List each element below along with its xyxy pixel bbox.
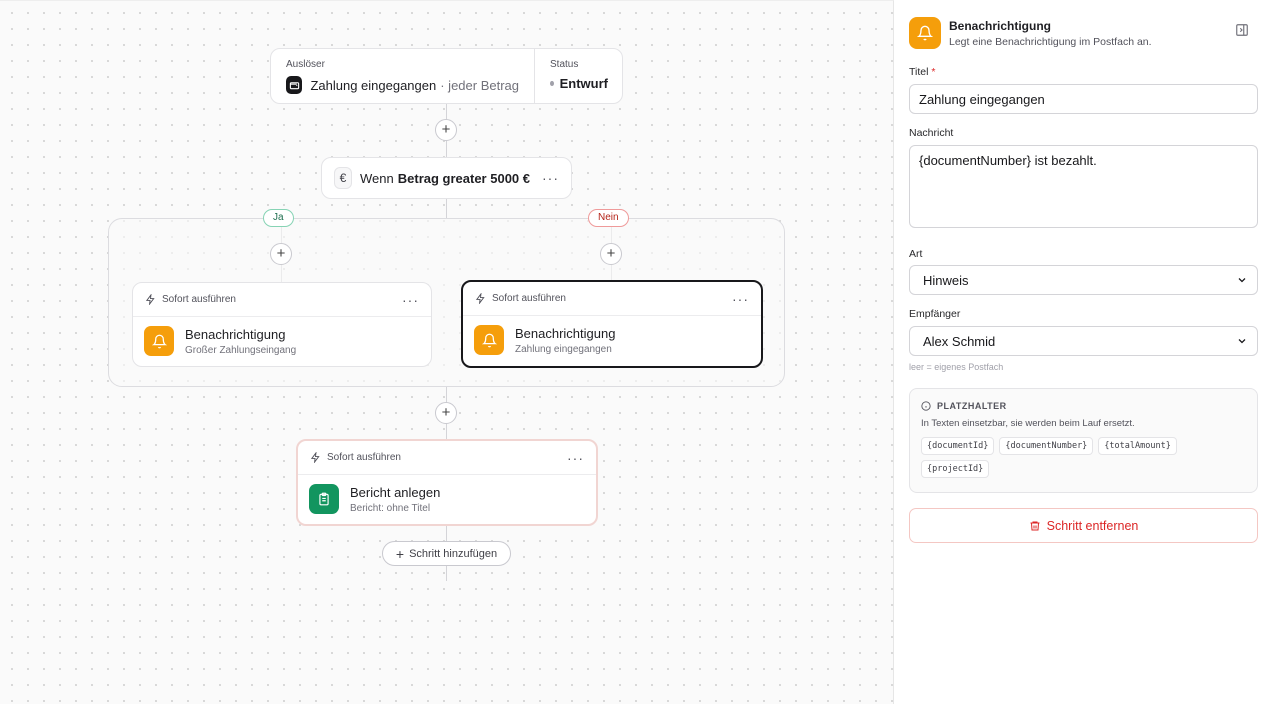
title-field-label: Titel * — [909, 66, 936, 78]
type-select[interactable]: Hinweis — [909, 265, 1258, 295]
condition-more-icon[interactable]: ··· — [542, 170, 559, 186]
add-step-after-branch-button[interactable]: + — [435, 402, 457, 424]
plus-icon: + — [395, 545, 405, 562]
title-input[interactable]: Zahlung eingegangen — [909, 84, 1258, 114]
placeholders-description: In Texten einsetzbar, sie werden beim La… — [921, 418, 1135, 429]
wallet-icon — [286, 76, 303, 94]
action-title: Bericht anlegen — [350, 484, 441, 500]
type-select-value: Hinweis — [923, 272, 969, 288]
title-input-value: Zahlung eingegangen — [919, 91, 1045, 107]
recipient-select[interactable]: Alex Schmid — [909, 326, 1258, 356]
trigger-label: Auslöser — [286, 59, 325, 70]
remove-step-button[interactable]: Schritt entfernen — [909, 508, 1258, 543]
branch-no-label: Nein — [588, 209, 629, 227]
add-step-no-button[interactable]: + — [600, 243, 622, 265]
condition-prefix: Wenn — [360, 170, 394, 186]
type-field-label: Art — [909, 248, 923, 260]
message-textarea[interactable]: {documentNumber} ist bezahlt. — [909, 145, 1258, 228]
action-more-icon[interactable]: ··· — [402, 292, 419, 308]
status-label: Status — [550, 59, 579, 70]
add-step-yes-button[interactable]: + — [270, 243, 292, 265]
action-title: Benachrichtigung — [185, 326, 286, 342]
placeholders-title: PLATZHALTER — [937, 401, 1007, 411]
recipient-hint: leer = eigenes Postfach — [909, 362, 1004, 372]
panel-subtitle: Legt eine Benachrichtigung im Postfach a… — [949, 36, 1152, 48]
panel-title: Benachrichtigung — [949, 19, 1052, 33]
bolt-icon — [475, 293, 485, 304]
action-subtitle: Großer Zahlungseingang — [185, 344, 297, 356]
workflow-canvas[interactable]: Auslöser Zahlung eingegangen · jeder Bet… — [0, 0, 894, 704]
action-card-no[interactable]: Sofort ausführen ··· Benachrichtigung Za… — [461, 280, 763, 368]
add-step-button[interactable]: + Schritt hinzufügen — [382, 541, 511, 566]
placeholder-chip[interactable]: {documentId} — [921, 437, 995, 455]
placeholder-chip[interactable]: {documentNumber} — [999, 437, 1094, 455]
step-settings-panel: Benachrichtigung Legt eine Benachrichtig… — [894, 0, 1268, 704]
trigger-qualifier: · jeder Betrag — [440, 77, 519, 93]
chevron-down-icon — [1238, 339, 1246, 344]
trigger-event: Zahlung eingegangen — [310, 77, 437, 93]
placeholders-box: PLATZHALTER In Texten einsetzbar, sie we… — [909, 388, 1258, 493]
bell-icon — [144, 326, 174, 356]
action-mode: Sofort ausführen — [492, 293, 566, 304]
action-subtitle: Zahlung eingegangen — [515, 343, 612, 355]
status-dot-icon — [550, 81, 554, 86]
condition-expression: Betrag greater 5000 € — [397, 170, 530, 186]
recipient-select-value: Alex Schmid — [923, 333, 996, 349]
bolt-icon — [310, 452, 320, 463]
placeholder-chips: {documentId} {documentNumber} {totalAmou… — [921, 437, 1221, 478]
action-mode: Sofort ausführen — [327, 452, 401, 463]
action-card-report[interactable]: Sofort ausführen ··· Bericht anlegen Ber… — [296, 439, 598, 526]
remove-step-label: Schritt entfernen — [1046, 518, 1139, 533]
euro-icon: € — [334, 167, 353, 189]
bell-icon — [909, 17, 941, 49]
action-card-yes[interactable]: Sofort ausführen ··· Benachrichtigung Gr… — [132, 282, 432, 367]
collapse-panel-icon[interactable] — [1235, 23, 1249, 37]
info-icon — [921, 401, 931, 411]
condition-card[interactable]: € Wenn Betrag greater 5000 € ··· — [321, 157, 572, 199]
status-value: Entwurf — [559, 76, 608, 91]
action-more-icon[interactable]: ··· — [732, 291, 749, 307]
placeholder-chip[interactable]: {projectId} — [921, 460, 990, 478]
add-step-after-trigger-button[interactable]: + — [435, 119, 457, 141]
branch-yes-label: Ja — [263, 209, 294, 227]
recipient-field-label: Empfänger — [909, 308, 961, 320]
chevron-down-icon — [1238, 278, 1246, 283]
action-mode: Sofort ausführen — [162, 294, 236, 305]
trigger-card[interactable]: Auslöser Zahlung eingegangen · jeder Bet… — [270, 48, 623, 104]
bell-icon — [474, 325, 504, 355]
status-section: Status Entwurf — [535, 49, 623, 103]
placeholder-chip[interactable]: {totalAmount} — [1098, 437, 1177, 455]
panel-header: Benachrichtigung Legt eine Benachrichtig… — [909, 17, 1152, 49]
message-field-label: Nachricht — [909, 127, 954, 139]
action-more-icon[interactable]: ··· — [567, 450, 584, 466]
connector-line — [446, 199, 447, 218]
trash-icon — [1030, 521, 1040, 530]
clipboard-icon — [309, 484, 339, 514]
action-title: Benachrichtigung — [515, 325, 616, 341]
action-subtitle: Bericht: ohne Titel — [350, 502, 431, 514]
bolt-icon — [145, 294, 155, 305]
trigger-section: Auslöser Zahlung eingegangen · jeder Bet… — [271, 49, 535, 103]
add-step-label: Schritt hinzufügen — [409, 547, 498, 560]
